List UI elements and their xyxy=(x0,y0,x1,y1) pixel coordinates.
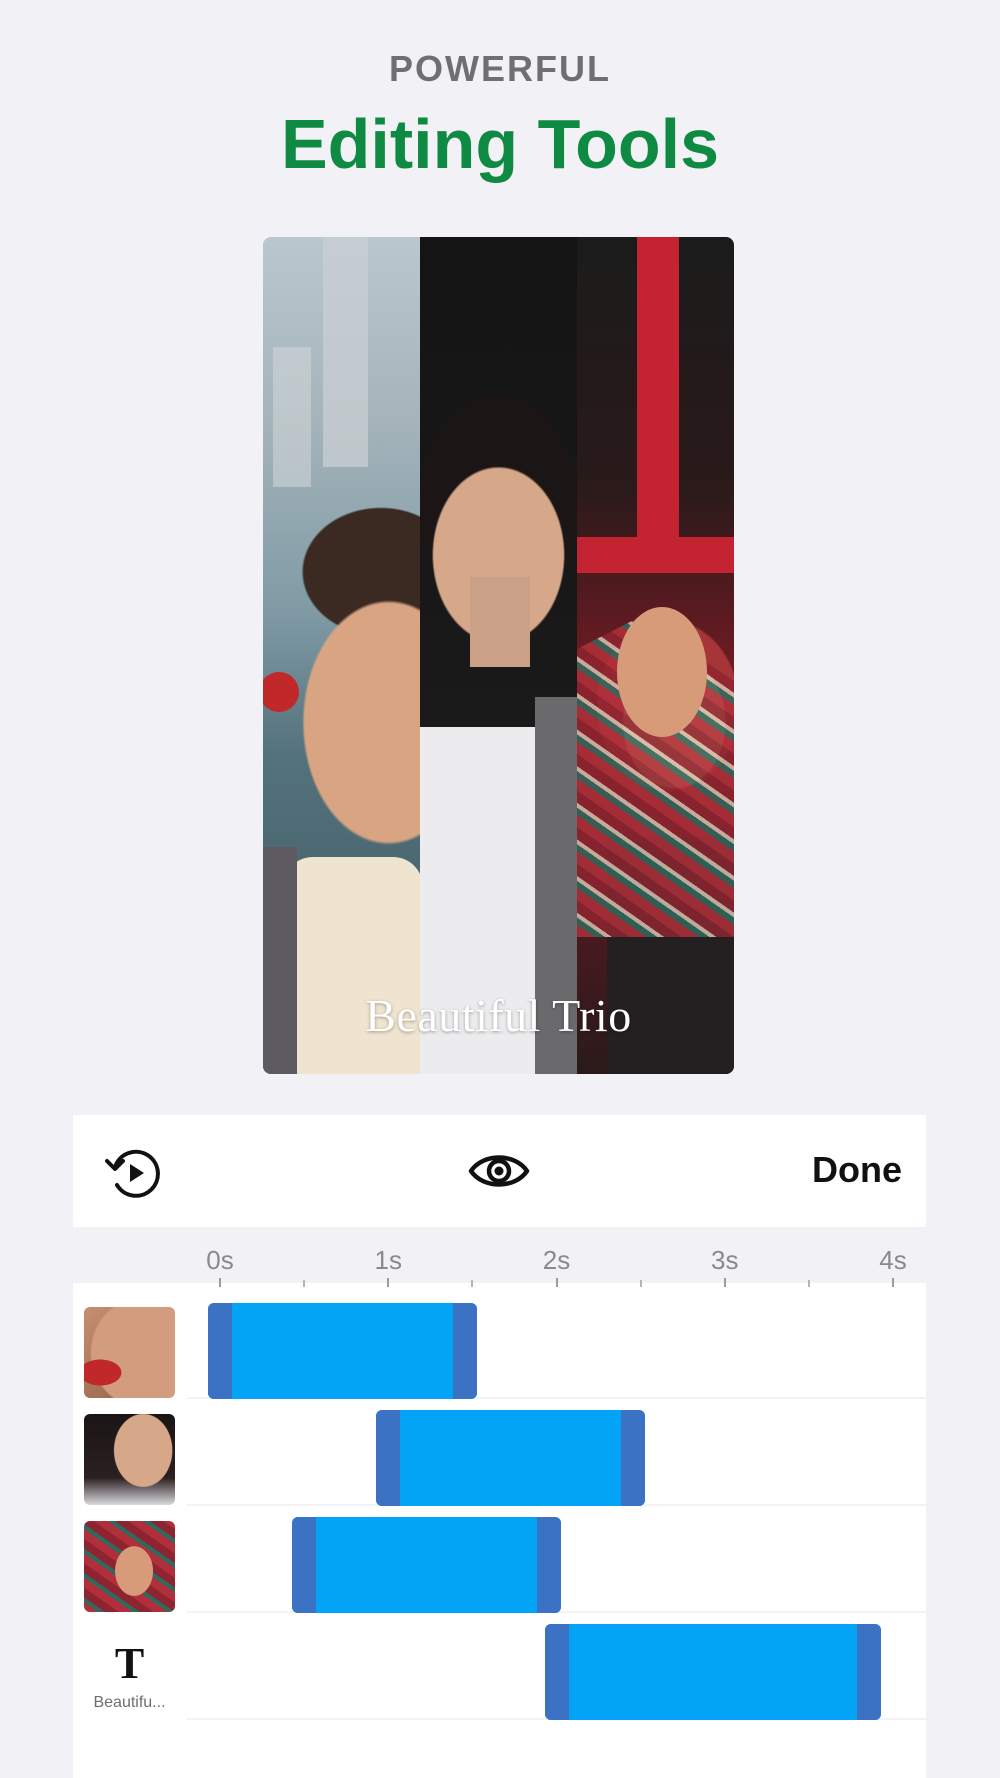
video-preview[interactable]: Beautiful Trio xyxy=(263,237,734,1074)
headline: Editing Tools xyxy=(280,105,720,183)
clip-end-handle[interactable] xyxy=(537,1517,562,1613)
track-row xyxy=(73,1303,926,1399)
preview-photo-1 xyxy=(263,237,420,1074)
track-row: T Beautifu... xyxy=(73,1624,926,1720)
clip-start-handle[interactable] xyxy=(292,1517,317,1613)
ruler-major-tick xyxy=(219,1278,221,1287)
clip-bar[interactable] xyxy=(208,1303,478,1399)
ruler-tick-label: 2s xyxy=(542,1245,571,1275)
clip-bar[interactable] xyxy=(544,1624,881,1720)
clip-bar[interactable] xyxy=(292,1517,562,1613)
time-ruler xyxy=(73,1227,926,1283)
ruler-minor-tick xyxy=(471,1280,474,1287)
timeline-editor: Done T Beautifu... 0s 1s 2s 3s 4s xyxy=(73,1115,926,1778)
text-track-thumbnail[interactable]: T Beautifu... xyxy=(84,1628,175,1719)
clip-start-handle[interactable] xyxy=(544,1624,569,1720)
replay-play-icon[interactable] xyxy=(103,1145,165,1201)
ruler-tick-label: 4s xyxy=(879,1245,907,1275)
ruler-major-tick xyxy=(555,1278,558,1287)
clip-end-handle[interactable] xyxy=(857,1624,881,1720)
ruler-tick-label: 3s xyxy=(711,1245,739,1275)
done-button[interactable]: Done xyxy=(812,1149,902,1191)
ruler-major-tick xyxy=(387,1278,390,1287)
ruler-major-tick xyxy=(723,1278,726,1287)
track-row xyxy=(73,1410,926,1506)
ruler-minor-tick xyxy=(303,1280,306,1287)
preview-caption: Beautiful Trio xyxy=(365,990,632,1041)
eye-icon[interactable] xyxy=(467,1145,531,1197)
text-track-label: Beautifu... xyxy=(93,1694,166,1711)
ruler-tick-label: 1s xyxy=(374,1245,402,1275)
ruler-major-tick xyxy=(892,1278,894,1287)
preview-photo-2 xyxy=(420,237,577,1074)
clip-end-handle[interactable] xyxy=(621,1410,646,1506)
ruler-tick-label: 0s xyxy=(206,1245,234,1275)
text-icon: T xyxy=(114,1639,145,1688)
track-thumbnail[interactable] xyxy=(84,1521,175,1612)
ruler-minor-tick xyxy=(639,1280,642,1287)
clip-start-handle[interactable] xyxy=(208,1303,232,1399)
track-row xyxy=(73,1517,926,1613)
track-list: T Beautifu... xyxy=(73,1283,926,1778)
track-thumbnail[interactable] xyxy=(84,1414,175,1505)
preview-photo-3 xyxy=(577,237,734,1074)
track-thumbnail[interactable] xyxy=(84,1307,175,1398)
clip-end-handle[interactable] xyxy=(453,1303,478,1399)
ruler-minor-tick xyxy=(807,1280,810,1287)
app-screen: POWERFUL Editing Tools Beautiful Trio Do… xyxy=(0,0,1000,1778)
editor-toolbar: Done xyxy=(73,1115,926,1227)
clip-bar[interactable] xyxy=(376,1410,646,1506)
eyebrow-text: POWERFUL xyxy=(389,48,611,89)
clip-start-handle[interactable] xyxy=(376,1410,401,1506)
